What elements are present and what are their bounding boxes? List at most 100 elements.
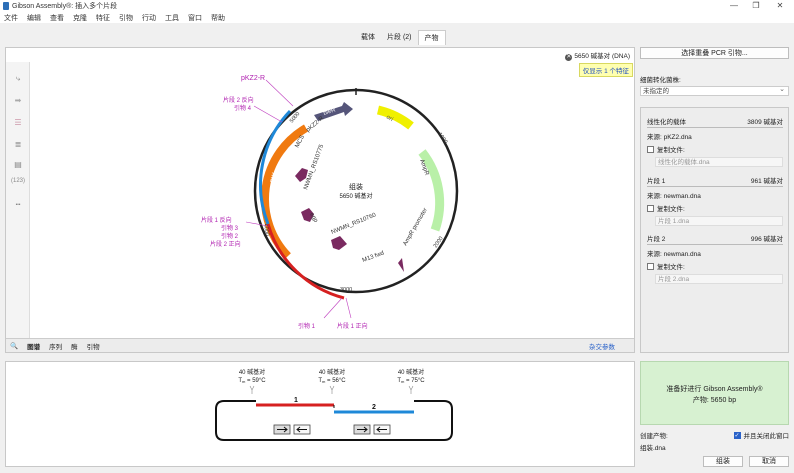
menu-edit[interactable]: 编辑: [27, 13, 41, 23]
nwmn-rs10760-arrow: [331, 236, 347, 250]
fragment2-copy-label: 复制文件:: [657, 264, 685, 271]
label-frag1-rev: 片段 1 反向: [201, 216, 232, 224]
transform-strain-select[interactable]: 未指定的: [640, 85, 789, 96]
overlap3-bp: 40 碱基对: [398, 368, 424, 376]
fragment1-title: 片段 1: [647, 178, 666, 185]
tab-product[interactable]: 产物: [417, 30, 446, 45]
close-window-button[interactable]: ✕: [768, 0, 792, 12]
fragment1-copy-label: 复制文件:: [657, 206, 685, 213]
product-name[interactable]: 组装.dna: [640, 442, 789, 452]
menu-bar: 文件 编辑 查看 克隆 特征 引物 行动 工具 窗口 帮助: [0, 12, 794, 23]
menu-file[interactable]: 文件: [4, 13, 18, 23]
menu-primers[interactable]: 引物: [119, 13, 133, 23]
fragment1-section: 片段 1 961 碱基对 来源: newman.dna 复制文件: 片段 1.dn…: [647, 175, 783, 226]
choose-overlap-primers-button[interactable]: 选择重叠 PCR 引物...: [640, 47, 789, 59]
view-tab-map[interactable]: 图谱: [27, 341, 40, 351]
overlap2-bp: 40 碱基对: [319, 368, 345, 376]
tick-3000: 3000: [340, 287, 352, 293]
assemble-button[interactable]: 组装: [703, 456, 743, 467]
app-icon: [3, 2, 9, 10]
close-window-checkbox[interactable]: ✓: [733, 431, 741, 439]
ready-status: 准备好进行 Gibson Assembly® 产物: 5650 bp: [640, 361, 789, 425]
primer-pkz2r-line: [265, 79, 294, 107]
fragment2-source: 来源: newman.dna: [647, 251, 701, 258]
vector-copy-label: 复制文件:: [657, 147, 685, 154]
plasmid-map: bleR ori AmpR AmpR promoter M13 fwd NWMN…: [201, 75, 459, 330]
fragment2-copy-field[interactable]: 片段 2.dna: [655, 274, 783, 284]
menu-help[interactable]: 帮助: [211, 13, 225, 23]
minimize-button[interactable]: —: [722, 0, 746, 12]
menu-window[interactable]: 窗口: [188, 13, 202, 23]
cancel-button[interactable]: 取消: [749, 456, 789, 467]
label-frag2-rev: 片段 2 反向: [223, 96, 254, 104]
label-frag1-fwd: 片段 1 正向: [337, 322, 368, 330]
fragment1-source: 来源: newman.dna: [647, 193, 701, 200]
overlap2-marker: [329, 385, 335, 394]
vector-copy-field[interactable]: 线性化的载体.dna: [655, 157, 783, 167]
maximize-button[interactable]: ❐: [744, 0, 768, 12]
menu-view[interactable]: 查看: [50, 13, 64, 23]
primer4-line: [253, 105, 283, 123]
label-primer4: 引物 4: [234, 104, 252, 112]
label-up: UP: [297, 250, 307, 260]
magnifier-icon[interactable]: 🔍: [10, 342, 18, 350]
view-tab-sequence[interactable]: 序列: [49, 341, 62, 351]
overlap2-tm: Tm = 56°C: [318, 378, 346, 384]
menu-tools[interactable]: 工具: [165, 13, 179, 23]
assembly-diagram: 40 碱基对 Tm = 59°C 40 碱基对 Tm = 56°C 40 碱基对…: [215, 368, 453, 441]
fragment2-section: 片段 2 996 碱基对 来源: newman.dna 复制文件: 片段 2.dn…: [647, 233, 783, 284]
vector-length: 3809 碱基对: [747, 119, 783, 126]
map-view-tabs: 🔍 图谱 序列 酶 引物 杂交参数: [6, 338, 634, 352]
label-nwmn-rs10775: NWMN_RS10775: [303, 143, 325, 190]
product-size: 产物: 5650 bp: [692, 397, 737, 404]
label-frag2-fwd: 片段 2 正向: [210, 240, 241, 248]
fragments-overview: 40 碱基对 Tm = 59°C 40 碱基对 Tm = 56°C 40 碱基对…: [5, 361, 635, 467]
tab-vector[interactable]: 载体: [355, 30, 381, 45]
tab-fragments[interactable]: 片段 (2): [381, 30, 418, 45]
create-product-label: 创建产物:: [640, 433, 668, 440]
vector-section: 线性化的载体 3809 碱基对 来源: pKZ2.dna 复制文件: 线性化的载体…: [647, 116, 783, 167]
center-subtitle: 5650 碱基对: [339, 192, 372, 200]
fragment2-title: 片段 2: [647, 236, 666, 243]
vector-source: 来源: pKZ2.dna: [647, 134, 692, 141]
label-ampr-promoter: AmpR promoter: [403, 207, 429, 247]
ready-message: 准备好进行 Gibson Assembly®: [666, 386, 763, 393]
fragment2-copy-checkbox[interactable]: [647, 262, 654, 270]
label-m13-fwd: M13 fwd: [362, 250, 385, 263]
label-dw: DW: [270, 172, 278, 183]
frag1-fwd-line: [345, 297, 352, 319]
overlap3-marker: [408, 385, 414, 394]
backbone-circle: [253, 88, 459, 294]
fragment1-copy-checkbox[interactable]: [647, 204, 654, 212]
transform-strain-label: 细菌转化菌株:: [640, 77, 681, 84]
map-panel: ⤷ ➡ ☰ ≣ ▤ (123) ┅ ✕ 5650 碱基对 (DNA) 仅显示 1 …: [5, 47, 635, 353]
label-primer1: 引物 1: [298, 322, 316, 330]
menu-clone[interactable]: 克隆: [73, 13, 87, 23]
close-window-label: 并且关闭此窗口: [743, 433, 790, 440]
hybridization-params-link[interactable]: 杂交参数: [589, 341, 615, 351]
fragments-list: 线性化的载体 3809 碱基对 来源: pKZ2.dna 复制文件: 线性化的载体…: [640, 107, 789, 353]
tick-1000: 1000: [436, 132, 448, 145]
menu-actions[interactable]: 行动: [142, 13, 156, 23]
label-nwmn-rs10760: NWMN_RS10760: [331, 212, 378, 236]
center-title: 组装: [349, 182, 363, 191]
fragment1-copy-field[interactable]: 片段 1.dna: [655, 216, 783, 226]
overlap1-tm: Tm = 59°C: [238, 378, 266, 384]
label-primer3: 引物 3: [221, 224, 239, 232]
overlap1-marker: [249, 385, 255, 394]
vector-title: 线性化的载体: [647, 119, 686, 126]
feature-ori: [376, 105, 414, 130]
fragment1-length: 961 碱基对: [750, 178, 783, 185]
window-title: Gibson Assembly®: 插入多个片段: [12, 3, 118, 10]
label-primer2: 引物 2: [221, 232, 239, 240]
fragment2-number: 2: [372, 404, 376, 411]
m13-fwd-arrow: [398, 258, 404, 272]
menu-features[interactable]: 特征: [96, 13, 110, 23]
vector-copy-checkbox[interactable]: [647, 145, 654, 153]
right-panel: 选择重叠 PCR 引物... 细菌转化菌株: 未指定的: [640, 47, 789, 96]
overlap3-tm: Tm = 75°C: [397, 378, 425, 384]
view-tab-enzymes[interactable]: 酶: [71, 341, 78, 351]
label-pkz2r-primer: pKZ2-R: [241, 75, 265, 82]
step-tabs: 载体 片段 (2) 产物: [355, 30, 446, 45]
view-tab-primers[interactable]: 引物: [87, 341, 100, 351]
